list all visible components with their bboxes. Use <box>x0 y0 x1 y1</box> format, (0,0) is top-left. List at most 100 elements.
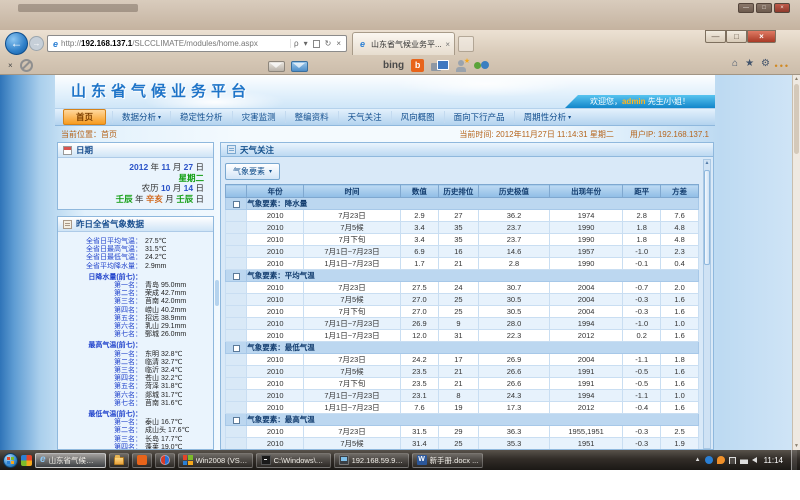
table-row[interactable]: 20101月1日~7月23日12.03122.320120.21.6 <box>226 330 699 342</box>
checkbox-icon[interactable] <box>233 201 240 208</box>
close-icon[interactable]: × <box>774 3 790 13</box>
taskbar-button[interactable]: e山东省气候业务平... <box>35 453 106 468</box>
column-header[interactable]: 方差 <box>661 185 699 198</box>
checkbox-icon[interactable] <box>233 417 240 424</box>
home-icon[interactable]: ⌂ <box>732 58 738 70</box>
nav-item[interactable]: 数据分析▾ <box>112 111 170 123</box>
column-header[interactable]: 历史排位 <box>438 185 478 198</box>
scroll-down-icon[interactable]: ▼ <box>793 443 800 449</box>
blocked-icon[interactable] <box>20 59 33 72</box>
scroll-up-icon[interactable]: ▲ <box>793 76 800 82</box>
table-row[interactable]: 20107月23日27.52430.72004-0.72.0 <box>226 282 699 294</box>
scrollbar-thumb[interactable] <box>794 84 799 154</box>
table-row[interactable]: 20107月1日~7月23日26.9928.01994-1.01.0 <box>226 318 699 330</box>
nav-item[interactable]: 整编资料 <box>285 111 338 123</box>
column-header[interactable]: 距平 <box>623 185 661 198</box>
minimize-button[interactable]: — <box>705 30 726 43</box>
table-row[interactable]: 20107月1日~7月23日6.91614.61957-1.02.3 <box>226 246 699 258</box>
chevron-down-icon[interactable]: ▾ <box>304 39 308 48</box>
nav-item[interactable]: 面向下行产品 <box>444 111 514 123</box>
hidden-icons-button[interactable]: ▲ <box>695 457 701 463</box>
column-header[interactable]: 出现年份 <box>549 185 622 198</box>
taskbar-button[interactable]: W新手册.docx ... <box>412 453 484 468</box>
nav-item[interactable]: 周期性分析▾ <box>514 111 581 123</box>
table-scrollbar[interactable]: ▲ <box>703 159 711 449</box>
table-row[interactable]: 20107月1日~7月23日23.1824.31994-1.11.0 <box>226 390 699 402</box>
nav-item[interactable]: 灾害监测 <box>232 111 285 123</box>
toolbar-close-icon[interactable]: × <box>8 61 13 70</box>
cards-icon[interactable] <box>431 60 448 72</box>
back-button[interactable]: ← <box>5 32 28 55</box>
compatibility-view-icon[interactable] <box>313 40 320 48</box>
group-label: 气象要素：降水量 <box>247 198 699 210</box>
taskbar-button[interactable] <box>155 453 175 468</box>
pinwheel-app-icon[interactable] <box>21 455 32 466</box>
show-desktop-button[interactable] <box>791 450 797 470</box>
scrollbar-thumb[interactable] <box>704 170 710 265</box>
table-row[interactable]: 20107月下旬23.52126.61991-0.51.6 <box>226 378 699 390</box>
table-row[interactable]: 20101月1日~7月23日7.61917.32012-0.41.6 <box>226 402 699 414</box>
table-row[interactable]: 20107月5候27.02530.52004-0.31.6 <box>226 294 699 306</box>
taskbar-buttons: e山东省气候业务平... Win2008 (VS2...C:\Windows\s.… <box>35 453 483 468</box>
rank-item: 第四名：崂山 40.2mm <box>58 307 209 315</box>
table-row[interactable]: 20107月下旬27.02530.52004-0.31.6 <box>226 306 699 318</box>
search-icon[interactable]: ρ <box>294 39 299 48</box>
tab-close-icon[interactable]: × <box>445 40 450 49</box>
star-icon[interactable]: ★ <box>745 58 754 70</box>
checkbox-icon[interactable] <box>233 273 240 280</box>
people-icon[interactable] <box>474 60 489 72</box>
splitter-handle[interactable] <box>215 280 219 306</box>
gear-icon[interactable]: ⚙ <box>761 58 770 70</box>
nav-item-home[interactable]: 首页 <box>63 109 106 125</box>
taskbar-button[interactable] <box>132 453 152 468</box>
nav-item[interactable]: 稳定性分析 <box>170 111 232 123</box>
stop-icon[interactable]: × <box>336 39 341 48</box>
element-dropdown-button[interactable]: 气象要素 ▾ <box>225 163 280 180</box>
taskbar-button[interactable] <box>109 453 129 468</box>
maximize-icon[interactable]: □ <box>756 3 772 13</box>
tray-cloud-icon[interactable] <box>717 456 725 464</box>
close-button[interactable]: × <box>747 30 776 43</box>
table-row[interactable]: 20107月5候31.42535.31951-0.31.9 <box>226 438 699 450</box>
minimize-icon[interactable]: — <box>738 3 754 13</box>
browser-scrollbar[interactable]: ▲ ▼ <box>792 75 800 450</box>
refresh-icon[interactable]: ↻ <box>325 39 332 48</box>
column-header[interactable]: 数值 <box>401 185 439 198</box>
mail-icon[interactable] <box>268 61 285 72</box>
column-header[interactable]: 年份 <box>247 185 304 198</box>
scroll-up-icon[interactable]: ▲ <box>704 160 710 167</box>
send-icon[interactable] <box>291 61 308 72</box>
table-row[interactable]: 20107月23日2.92736.219742.87.6 <box>226 210 699 222</box>
table-row[interactable]: 20107月23日31.52936.31955,1951-0.32.5 <box>226 426 699 438</box>
browser-tab[interactable]: e 山东省气候业务平... × <box>352 32 455 55</box>
network-icon[interactable] <box>740 456 748 464</box>
column-header[interactable]: 历史极值 <box>479 185 550 198</box>
table-row[interactable]: 20101月1日~7月23日1.7212.81990-0.10.4 <box>226 258 699 270</box>
url-text[interactable]: http://192.168.137.1/SLCCLIMATE/modules/… <box>61 39 290 48</box>
taskbar-button[interactable]: Win2008 (VS2... <box>178 453 253 468</box>
nav-item[interactable]: 风向概图 <box>391 111 444 123</box>
column-header[interactable]: 时间 <box>304 185 401 198</box>
table-row[interactable]: 20107月23日24.21726.92004-1.11.8 <box>226 354 699 366</box>
bing-box-icon[interactable]: b <box>411 59 424 72</box>
table-row[interactable]: 20107月5候23.52126.61991-0.51.6 <box>226 366 699 378</box>
start-button[interactable] <box>3 453 18 468</box>
table-row[interactable]: 20107月5候3.43523.719901.84.8 <box>226 222 699 234</box>
bing-logo[interactable]: bing <box>383 60 404 71</box>
address-bar[interactable]: e http://192.168.137.1/SLCCLIMATE/module… <box>47 35 347 52</box>
table-row[interactable]: 20107月下旬3.43523.719901.84.8 <box>226 234 699 246</box>
more-options-icon[interactable]: ••• <box>775 61 790 71</box>
taskbar-clock[interactable]: 11:14 <box>764 456 783 465</box>
taskbar-button[interactable]: 192.168.59.99... <box>334 453 409 468</box>
taskbar-button[interactable]: C:\Windows\s... <box>256 453 331 468</box>
checkbox-icon[interactable] <box>233 345 240 352</box>
new-tab-button[interactable] <box>458 36 474 52</box>
person-icon[interactable]: ★ <box>455 60 467 72</box>
forward-button[interactable]: → <box>29 36 44 51</box>
maximize-button[interactable]: □ <box>726 30 747 43</box>
volume-icon[interactable] <box>752 457 757 463</box>
tray-app-icon[interactable] <box>705 456 713 464</box>
nav-item[interactable]: 天气关注 <box>338 111 391 123</box>
table-cell: -0.7 <box>623 282 661 294</box>
action-center-flag-icon[interactable] <box>729 457 736 464</box>
